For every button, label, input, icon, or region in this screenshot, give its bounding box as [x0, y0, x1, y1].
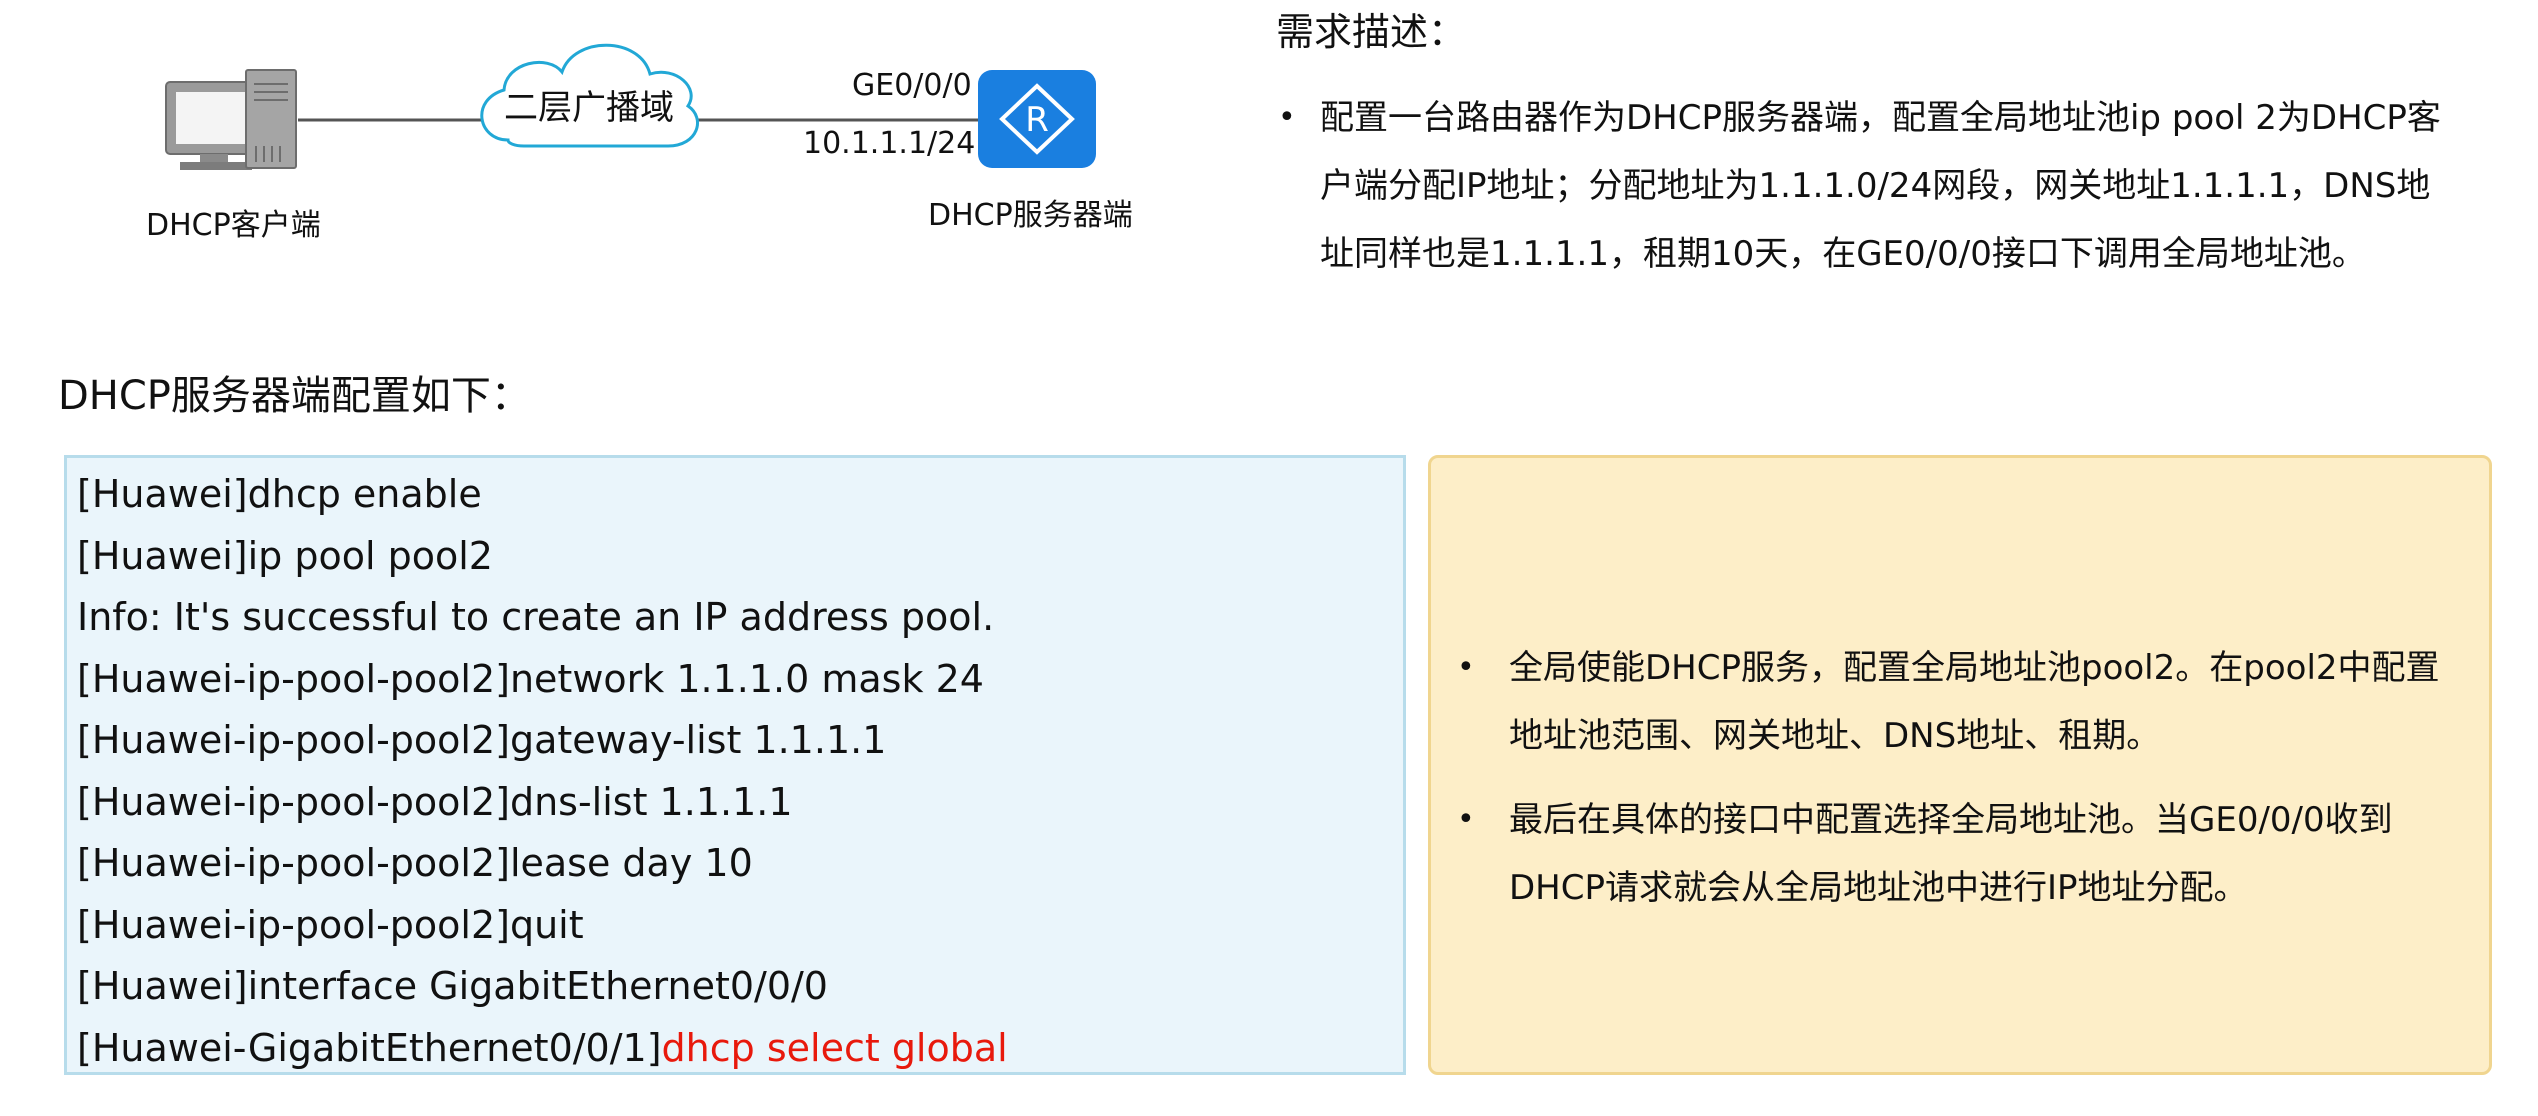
- config-line: [Huawei]interface GigabitEthernet0/0/0: [77, 964, 828, 1008]
- ip-address-label: 10.1.1.1/24: [803, 126, 976, 161]
- note-text: 最后在具体的接口中配置选择全局地址池。当GE0/0/0收到DHCP请求就会从全局…: [1509, 800, 2393, 908]
- note-item: • 最后在具体的接口中配置选择全局地址池。当GE0/0/0收到DHCP请求就会从…: [1445, 786, 2459, 922]
- config-line-last: [Huawei-GigabitEthernet0/0/1]dhcp select…: [77, 1018, 1403, 1080]
- bullet: •: [1278, 100, 1296, 135]
- config-line: [Huawei-ip-pool-pool2]network 1.1.1.0 ma…: [77, 656, 984, 701]
- requirements-block: 需求描述： • 配置一台路由器作为DHCP服务器端，配置全局地址池ip pool…: [1276, 6, 2516, 288]
- router-letter: R: [1025, 100, 1049, 140]
- router-icon: R: [978, 70, 1096, 168]
- note-item: • 全局使能DHCP服务，配置全局地址池pool2。在pool2中配置地址池范围…: [1445, 634, 2459, 770]
- config-prompt: [Huawei-GigabitEthernet0/0/1]: [77, 1025, 662, 1070]
- config-line: [Huawei]ip pool pool2: [77, 533, 493, 578]
- pc-icon: [165, 69, 297, 170]
- bullet: •: [1457, 650, 1475, 685]
- config-line: [Huawei]dhcp enable: [77, 472, 482, 516]
- config-line: Info: It's successful to create an IP ad…: [77, 595, 995, 639]
- server-label: DHCP服务器端: [928, 198, 1133, 233]
- client-label: DHCP客户端: [146, 208, 321, 243]
- requirement-item: • 配置一台路由器作为DHCP服务器端，配置全局地址池ip pool 2为DHC…: [1276, 84, 2450, 288]
- requirement-text: 配置一台路由器作为DHCP服务器端，配置全局地址池ip pool 2为DHCP客…: [1320, 98, 2441, 274]
- topology-diagram: R 二层广播域 GE0/0/0 10.1.1.1/24 DHCP客户端 DHCP…: [0, 0, 1240, 340]
- config-highlight-command: dhcp select global: [661, 1025, 1008, 1070]
- note-text: 全局使能DHCP服务，配置全局地址池pool2。在pool2中配置地址池范围、网…: [1509, 648, 2440, 756]
- cloud-label: 二层广播域: [504, 88, 674, 128]
- section-title: DHCP服务器端配置如下：: [58, 373, 531, 419]
- config-line: [Huawei-ip-pool-pool2]dns-list 1.1.1.1: [77, 779, 793, 824]
- topology-graphics: R: [165, 43, 1096, 170]
- requirements-title: 需求描述：: [1276, 10, 1467, 54]
- notes-panel: • 全局使能DHCP服务，配置全局地址池pool2。在pool2中配置地址池范围…: [1428, 455, 2492, 1075]
- config-line: [Huawei-ip-pool-pool2]quit: [77, 902, 584, 947]
- config-line: [Huawei-ip-pool-pool2]lease day 10: [77, 841, 753, 885]
- slide: R 二层广播域 GE0/0/0 10.1.1.1/24 DHCP客户端 DHCP…: [0, 0, 2538, 1116]
- interface-label: GE0/0/0: [852, 68, 972, 103]
- config-line: [Huawei-ip-pool-pool2]gateway-list 1.1.1…: [77, 718, 887, 762]
- config-code-panel: [Huawei]dhcp enable [Huawei]ip pool pool…: [64, 455, 1406, 1075]
- bullet: •: [1457, 802, 1475, 837]
